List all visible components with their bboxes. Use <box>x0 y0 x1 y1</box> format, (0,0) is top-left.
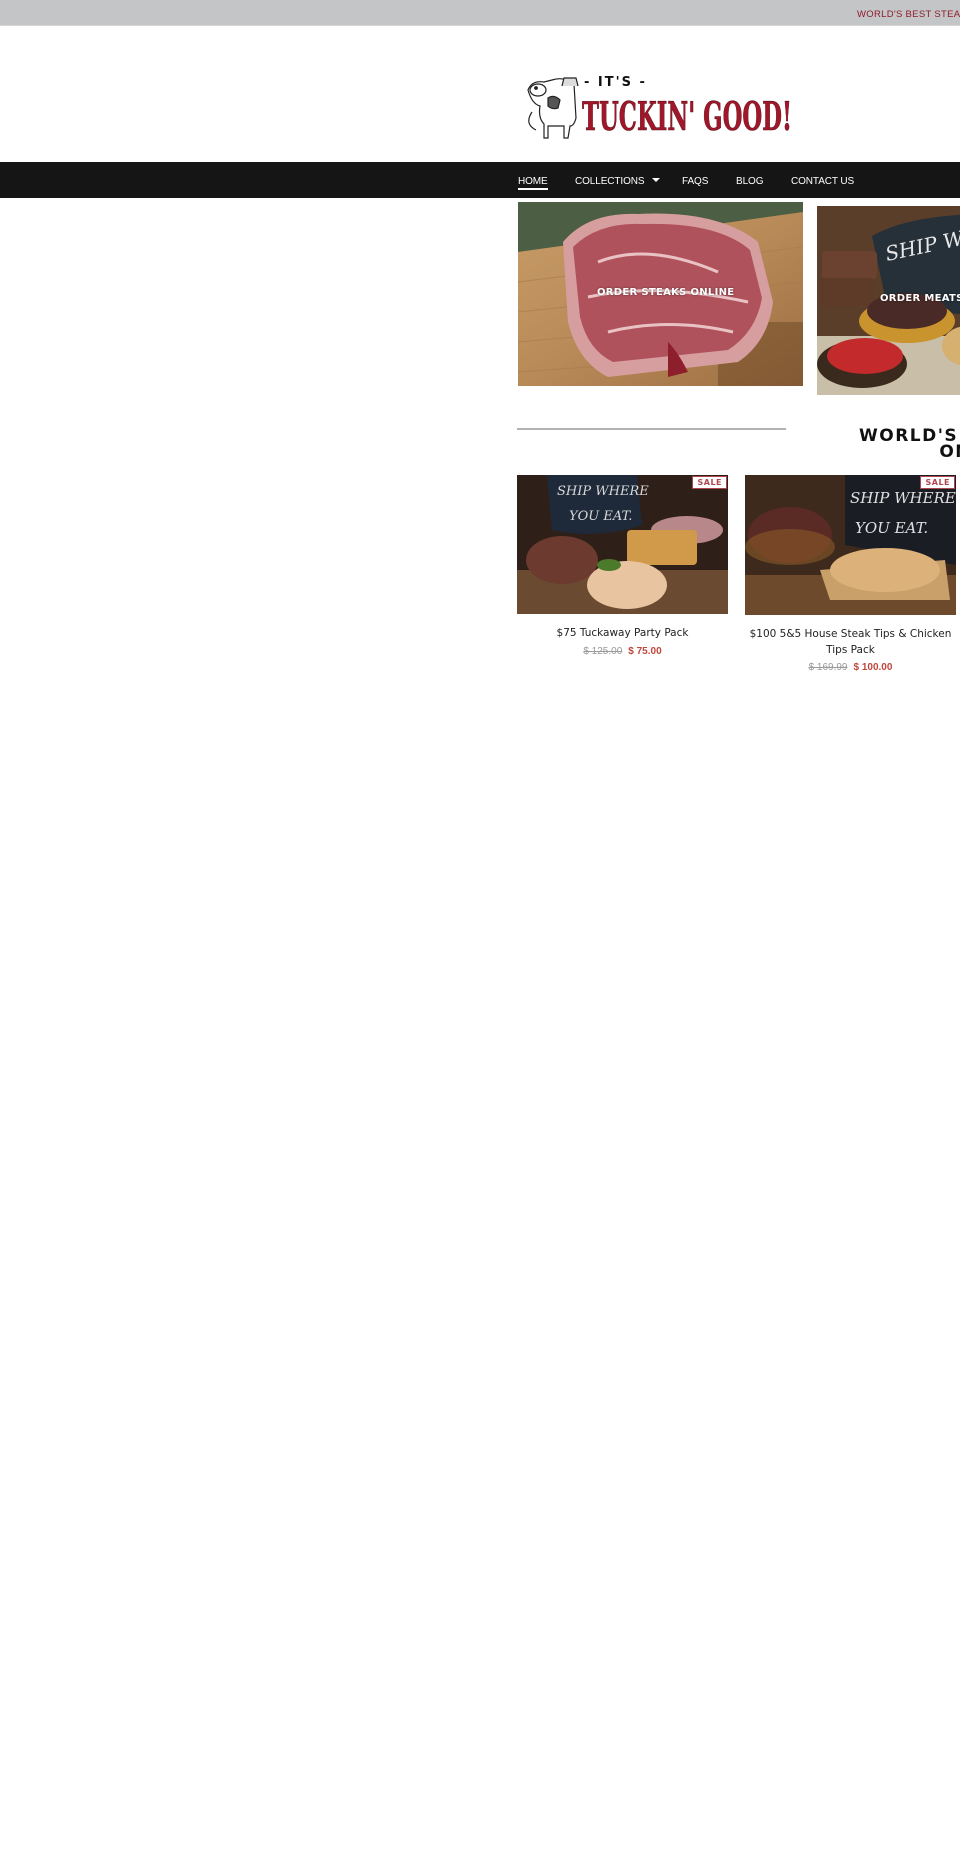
svg-text:YOU EAT.: YOU EAT. <box>569 509 632 524</box>
site-logo[interactable]: - IT'S - TUCKIN' GOOD! <box>518 68 798 144</box>
sale-price: $ 75.00 <box>628 646 662 657</box>
collection-tile-steaks[interactable]: ORDER STEAKS ONLINE <box>518 202 803 386</box>
collection-tile-label: ORDER STEAKS ONLINE <box>597 287 735 298</box>
product-image: SHIP WHERE YOU EAT. <box>745 475 956 615</box>
svg-text:- IT'S -: - IT'S - <box>584 75 647 90</box>
product-title[interactable]: $100 5&5 House Steak Tips & Chicken Tips… <box>745 626 956 658</box>
cow-icon <box>527 77 579 139</box>
product-card[interactable]: SHIP WHERE YOU EAT. SALE $100 5&5 House … <box>745 475 956 675</box>
collection-tile-meats[interactable]: SHIP WH ORDER MEATS ONLINE <box>817 206 960 395</box>
svg-text:SHIP WHERE: SHIP WHERE <box>557 484 649 499</box>
nav-collections[interactable]: COLLECTIONS <box>575 176 661 187</box>
product-image-link[interactable]: SHIP WHERE YOU EAT. <box>517 475 728 614</box>
sale-price: $ 100.00 <box>853 662 893 673</box>
announcement-bar: WORLD'S BEST STEAK TIPS DELIVERED <box>0 0 960 26</box>
product-image-link[interactable]: SHIP WHERE YOU EAT. <box>745 475 956 615</box>
product-card[interactable]: SHIP WHERE YOU EAT. SALE $75 Tuckaway Pa… <box>517 475 728 675</box>
featured-heading-line2: ONLINE <box>939 442 960 463</box>
product-title[interactable]: $75 Tuckaway Party Pack <box>517 625 728 641</box>
compare-price: $ 125.00 <box>583 646 623 657</box>
nav-collections-label: COLLECTIONS <box>575 176 645 187</box>
svg-text:SHIP WHERE: SHIP WHERE <box>850 489 956 507</box>
price-row: $ 125.00 $ 75.00 <box>517 646 728 657</box>
nav-blog[interactable]: BLOG <box>736 176 763 187</box>
main-nav: HOME COLLECTIONS FAQS BLOG CONTACT US <box>0 162 960 198</box>
product-image: SHIP WHERE YOU EAT. <box>517 475 728 614</box>
section-divider <box>517 428 786 430</box>
logo-image: - IT'S - TUCKIN' GOOD! <box>527 75 792 140</box>
sale-badge: SALE <box>692 476 727 489</box>
svg-text:TUCKIN' GOOD!: TUCKIN' GOOD! <box>582 94 792 140</box>
nav-faqs[interactable]: FAQS <box>682 176 708 187</box>
sale-badge: SALE <box>920 476 955 489</box>
nav-home[interactable]: HOME <box>518 176 548 190</box>
collection-tile-label: ORDER MEATS ONLINE <box>880 293 960 304</box>
price-row: $ 169.99 $ 100.00 <box>745 662 956 673</box>
announcement-text: WORLD'S BEST STEAK TIPS DELIVERED <box>857 9 960 20</box>
nav-contact-us[interactable]: CONTACT US <box>791 176 854 187</box>
svg-text:YOU EAT.: YOU EAT. <box>855 519 928 537</box>
chevron-down-icon <box>652 178 661 183</box>
featured-heading: WORLD'S BEST ONLINE <box>780 428 960 463</box>
compare-price: $ 169.99 <box>808 662 848 673</box>
